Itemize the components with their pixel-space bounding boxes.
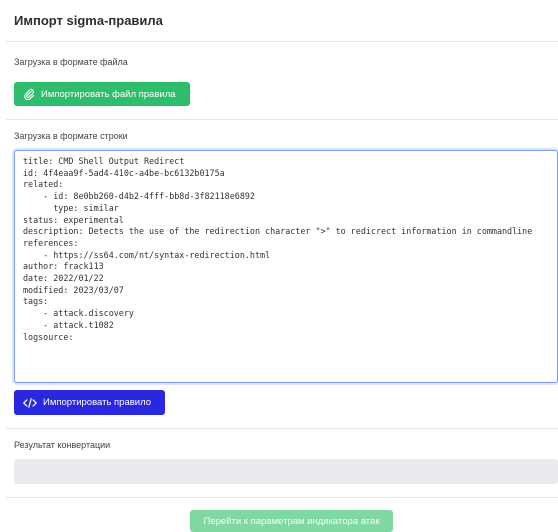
divider: [6, 497, 558, 498]
paperclip-icon: [23, 88, 35, 100]
result-section-label: Результат конвертации: [14, 440, 111, 450]
page-title: Импорт sigma-правила: [14, 13, 163, 28]
divider: [6, 119, 558, 120]
import-file-button-label: Импортировать файл правила: [41, 88, 176, 100]
string-section-label: Загрузка в формате строки: [14, 131, 128, 141]
rule-text-editor[interactable]: title: CMD Shell Output Redirect id: 4f4…: [14, 150, 558, 383]
divider: [6, 41, 558, 42]
import-rule-button-label: Импортировать правило: [43, 397, 152, 408]
divider: [6, 428, 558, 429]
code-icon: [23, 397, 37, 409]
go-to-attack-indicator-params-button[interactable]: Перейти к параметрам индикатора атак: [190, 510, 393, 532]
conversion-result-field[interactable]: [14, 459, 558, 484]
import-rule-button[interactable]: Импортировать правило: [14, 390, 165, 415]
file-section-label: Загрузка в формате файла: [14, 57, 128, 67]
rule-text-content: title: CMD Shell Output Redirect id: 4f4…: [23, 156, 533, 342]
import-file-button[interactable]: Импортировать файл правила: [14, 82, 190, 106]
go-to-attack-indicator-params-label: Перейти к параметрам индикатора атак: [203, 515, 380, 527]
